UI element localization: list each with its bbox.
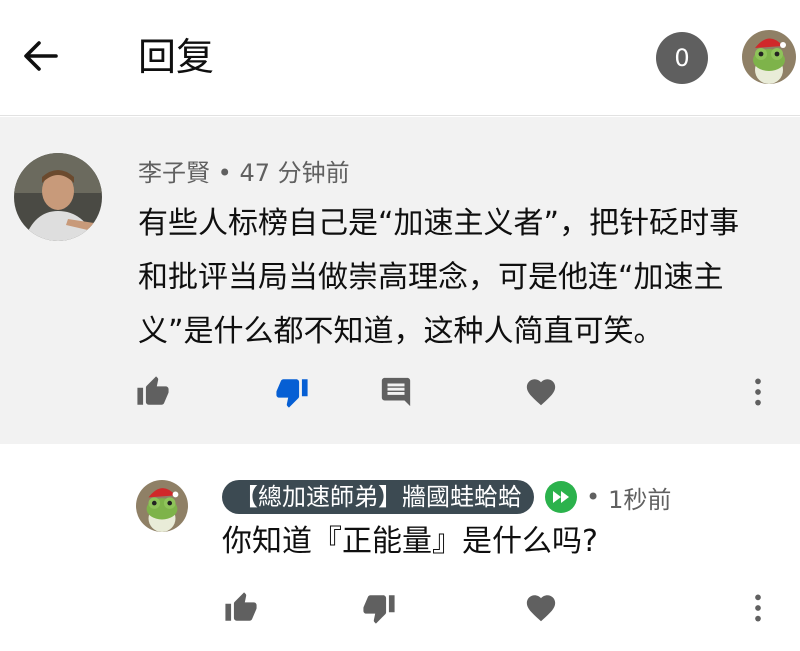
dislike-button[interactable] xyxy=(270,370,314,414)
reply-button[interactable] xyxy=(374,370,418,414)
like-button[interactable] xyxy=(219,586,263,630)
author-photo xyxy=(14,153,102,241)
heart-icon xyxy=(526,595,556,622)
more-button[interactable] xyxy=(736,370,780,414)
page-title: 回复 xyxy=(138,35,215,79)
reply-text: 你知道『正能量』是什么吗? xyxy=(222,524,598,559)
heart-icon xyxy=(526,379,556,406)
more-button[interactable] xyxy=(736,586,780,630)
notification-count-badge[interactable]: 0 xyxy=(656,32,708,84)
like-button[interactable] xyxy=(131,370,175,414)
meta-separator: • xyxy=(217,159,232,187)
comment-text: 有些人标榜自己是“加速主义者”，把针砭时事和批评当局当做崇高理念，可是他连“加速… xyxy=(138,206,740,349)
dislike-icon xyxy=(276,379,308,408)
fast-forward-icon xyxy=(545,481,577,513)
comment-actions xyxy=(0,370,800,420)
author-name[interactable]: 李子賢 xyxy=(138,159,210,187)
frog-avatar-icon xyxy=(742,30,796,84)
back-button[interactable] xyxy=(18,34,62,78)
top-app-bar: 回复 0 xyxy=(0,0,800,116)
frog-avatar-icon xyxy=(136,480,188,532)
reply-actions xyxy=(0,586,800,636)
heart-button[interactable] xyxy=(519,370,563,414)
like-icon xyxy=(137,376,169,405)
author-name-badge[interactable]: 【總加速師弟】牆國蛙蛤蛤 xyxy=(222,480,534,514)
reply-author-avatar[interactable] xyxy=(136,480,188,532)
reply-icon xyxy=(381,377,411,407)
account-avatar[interactable] xyxy=(742,30,796,84)
parent-comment: 李子賢 • 47 分钟前 有些人标榜自己是“加速主义者”，把针砭时事和批评当局当… xyxy=(0,117,800,444)
more-vertical-icon xyxy=(755,378,761,406)
more-vertical-icon xyxy=(755,594,761,622)
author-avatar[interactable] xyxy=(14,153,102,241)
dislike-icon xyxy=(363,595,395,624)
back-arrow-icon xyxy=(24,41,58,71)
comment-time: 47 分钟前 xyxy=(239,159,350,187)
reply-meta: 【總加速師弟】牆國蛙蛤蛤 • 1秒前 xyxy=(222,478,671,516)
heart-button[interactable] xyxy=(519,586,563,630)
comment-meta: 李子賢 • 47 分钟前 xyxy=(138,153,350,188)
reply-separator: • xyxy=(586,483,601,511)
reply-time: 1秒前 xyxy=(608,485,672,514)
dislike-button[interactable] xyxy=(357,586,401,630)
like-icon xyxy=(225,592,257,621)
